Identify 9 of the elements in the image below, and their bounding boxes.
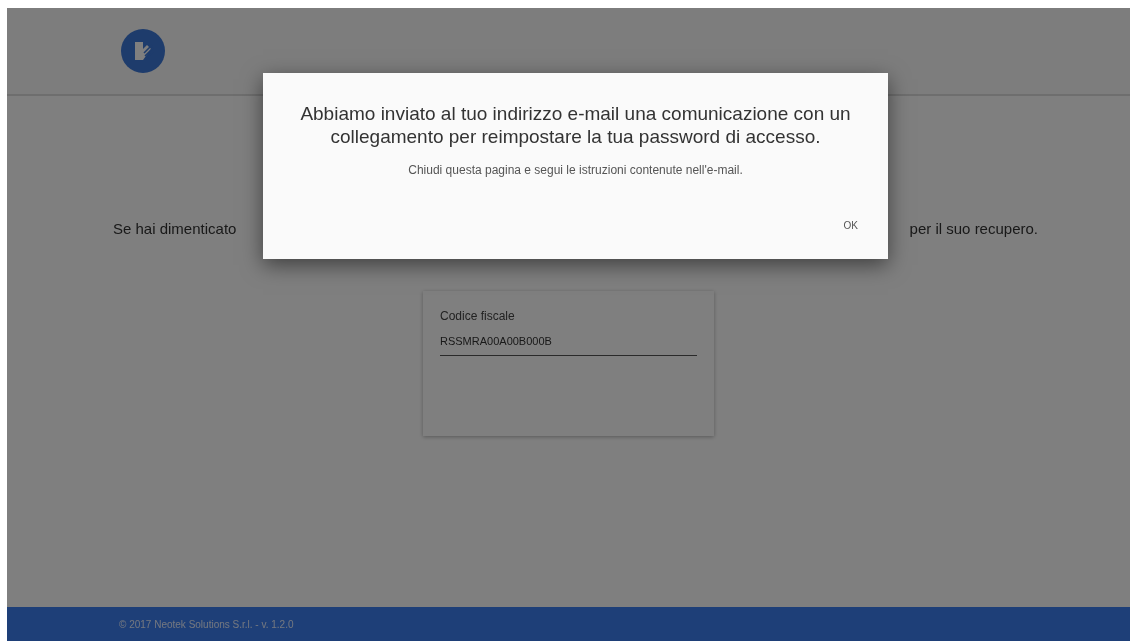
copyright-text: © 2017 Neotek Solutions S.r.l. - v. 1.2.0 xyxy=(119,618,294,630)
tax-code-field[interactable]: RSSMRA00A00B000B xyxy=(440,335,697,347)
intro-text: Se hai dimenticato xyxy=(113,220,237,237)
field-label: Codice fiscale xyxy=(440,309,516,323)
logo-icon xyxy=(121,29,165,73)
dialog-title: Abbiamo inviato al tuo indirizzo e-mail una comunicazione con un collegamento per reimpostare la tua password di accesso. xyxy=(299,102,852,148)
ok-button[interactable]: OK xyxy=(837,216,864,235)
dialog-message: Chiudi questa pagina e segui le istruzioni contenute nell'e-mail. xyxy=(408,163,743,177)
intro-text: per il suo recupero. xyxy=(909,220,1038,237)
